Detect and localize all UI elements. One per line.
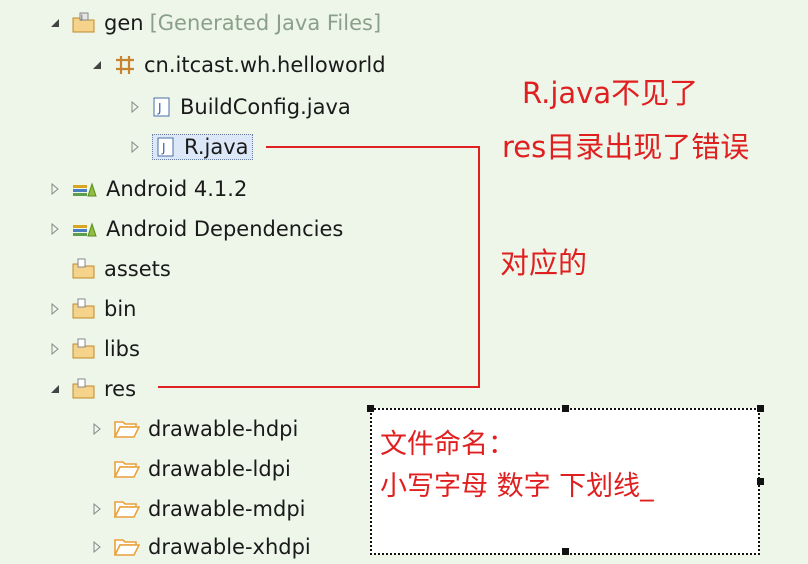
resize-handle-middle-right[interactable]	[757, 478, 764, 485]
tree-item-label: drawable-mdpi	[148, 497, 306, 521]
svg-text:J: J	[157, 101, 162, 115]
collapsed-arrow-icon[interactable]	[44, 223, 66, 235]
tree-item-gen[interactable]: J gen [Generated Java Files]	[44, 6, 381, 40]
svg-text:J: J	[161, 141, 166, 155]
tree-item-label: res	[104, 377, 137, 401]
source-folder-icon	[72, 258, 96, 280]
expanded-arrow-icon[interactable]	[44, 383, 66, 395]
collapsed-arrow-icon[interactable]	[86, 503, 108, 515]
source-folder-icon	[72, 338, 96, 360]
tree-item-package[interactable]: cn.itcast.wh.helloworld	[86, 48, 386, 82]
tree-item-android-dependencies[interactable]: Android Dependencies	[44, 212, 343, 246]
collapsed-arrow-icon[interactable]	[44, 343, 66, 355]
tree-item-bin[interactable]: bin	[44, 292, 136, 326]
tree-item-label: gen	[104, 11, 144, 35]
tree-item-drawable-mdpi[interactable]: drawable-mdpi	[86, 492, 306, 526]
collapsed-arrow-icon[interactable]	[44, 303, 66, 315]
naming-rule-note: 文件命名： 小写字母 数字 下划线_	[370, 408, 760, 555]
tree-item-label: bin	[104, 297, 137, 321]
generated-source-folder-icon: J	[72, 12, 96, 34]
tree-item-label: R.java	[184, 135, 249, 159]
library-icon	[72, 179, 98, 199]
resize-handle-top-right[interactable]	[757, 405, 764, 412]
tree-item-drawable-xhdpi[interactable]: drawable-xhdpi	[86, 530, 311, 564]
resize-handle-top-left[interactable]	[367, 405, 374, 412]
connector-line-res	[158, 386, 480, 388]
tree-item-decoration: [Generated Java Files]	[149, 11, 382, 35]
folder-icon	[114, 419, 140, 439]
tree-item-drawable-ldpi[interactable]: drawable-ldpi	[86, 452, 291, 486]
tree-item-buildconfig[interactable]: J BuildConfig.java	[124, 90, 351, 124]
library-icon	[72, 219, 98, 239]
tree-item-libs[interactable]: libs	[44, 332, 140, 366]
source-folder-icon	[72, 378, 96, 400]
svg-text:J: J	[80, 14, 83, 21]
tree-item-res[interactable]: res	[44, 372, 136, 406]
tree-item-label: assets	[104, 257, 171, 281]
connector-line-vertical	[478, 146, 480, 388]
annotation-res-error: res目录出现了错误	[502, 130, 750, 164]
note-body: 小写字母 数字 下划线_	[380, 471, 654, 502]
resize-handle-top-middle[interactable]	[562, 405, 569, 412]
tree-item-label: BuildConfig.java	[180, 95, 351, 119]
collapsed-arrow-icon[interactable]	[124, 141, 146, 153]
collapsed-arrow-icon[interactable]	[86, 541, 108, 553]
tree-item-label: cn.itcast.wh.helloworld	[144, 53, 386, 77]
expanded-arrow-icon[interactable]	[86, 59, 108, 71]
source-folder-icon	[72, 298, 96, 320]
tree-item-label: Android 4.1.2	[106, 177, 248, 201]
java-file-icon: J	[156, 136, 176, 158]
connector-line-rjava	[266, 146, 480, 148]
expanded-arrow-icon[interactable]	[44, 17, 66, 29]
tree-item-drawable-hdpi[interactable]: drawable-hdpi	[86, 412, 298, 446]
annotation-corresponding: 对应的	[500, 246, 588, 280]
tree-item-android-412[interactable]: Android 4.1.2	[44, 172, 247, 206]
tree-item-assets[interactable]: assets	[44, 252, 171, 286]
collapsed-arrow-icon[interactable]	[86, 423, 108, 435]
tree-item-label: drawable-xhdpi	[148, 535, 311, 559]
resize-handle-bottom-middle[interactable]	[562, 548, 569, 555]
collapsed-arrow-icon[interactable]	[124, 101, 146, 113]
collapsed-arrow-icon[interactable]	[44, 183, 66, 195]
tree-item-label: drawable-ldpi	[148, 457, 291, 481]
folder-icon	[114, 459, 140, 479]
java-file-icon: J	[152, 96, 172, 118]
selection-highlight: J R.java	[152, 134, 253, 160]
tree-item-label: Android Dependencies	[106, 217, 344, 241]
tree-item-rjava[interactable]: J R.java	[124, 130, 253, 164]
folder-icon	[114, 537, 140, 557]
tree-item-label: libs	[104, 337, 140, 361]
tree-item-label: drawable-hdpi	[148, 417, 299, 441]
annotation-r-missing: R.java不见了	[522, 76, 699, 110]
note-title: 文件命名：	[380, 429, 515, 460]
package-icon	[114, 54, 136, 76]
folder-icon	[114, 499, 140, 519]
